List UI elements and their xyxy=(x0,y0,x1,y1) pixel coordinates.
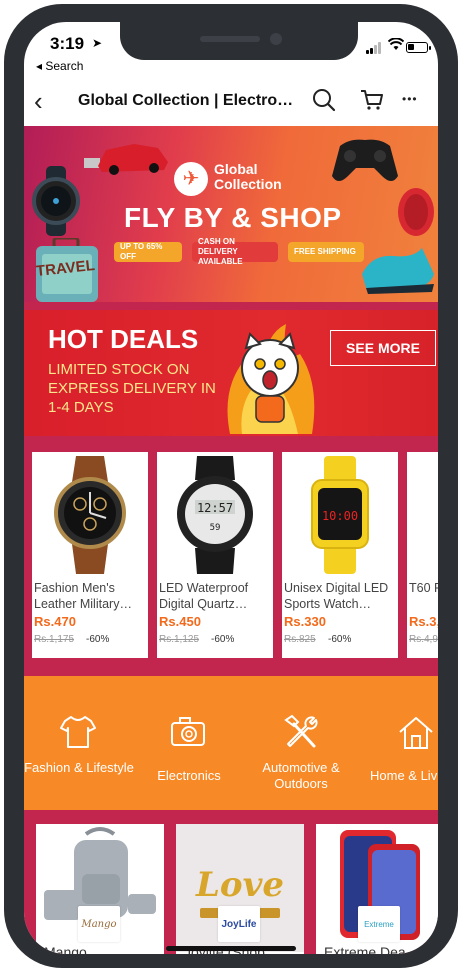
see-more-button[interactable]: SEE MORE xyxy=(330,330,436,366)
product-card[interactable]: 12:57 59 LED Waterproof Digital Quartz… … xyxy=(157,452,273,658)
status-time: 3:19 xyxy=(50,34,85,53)
product-card[interactable]: 10:00 Unisex Digital LED Sports Watch… R… xyxy=(282,452,398,658)
hero-banner[interactable]: ✈ Global Collection FLY BY & SHOP UP TO … xyxy=(24,126,438,302)
battery-icon xyxy=(406,42,431,53)
product-card[interactable]: T60 Pro Digital W… Rs.3,59 Rs.4,934 xyxy=(407,452,438,658)
category-item[interactable]: Fashion & Lifestyle xyxy=(24,676,134,810)
hero-brand-line2: Collection xyxy=(214,176,282,192)
location-arrow-icon: ➤ xyxy=(92,36,103,50)
battery-level xyxy=(408,44,414,50)
brand-card[interactable]: Love JoyLife Joylife (Shop xyxy=(176,824,304,954)
svg-text:59: 59 xyxy=(210,523,221,533)
car-usb-image xyxy=(84,144,168,175)
home-icon xyxy=(399,717,433,749)
hero-badge-shipping: FREE SHIPPING xyxy=(288,242,364,262)
hot-deals-title: HOT DEALS xyxy=(48,324,199,354)
product-old-price: Rs.825 xyxy=(284,634,316,645)
smartwatch-image xyxy=(32,166,80,236)
content-area: ✈ Global Collection FLY BY & SHOP UP TO … xyxy=(24,126,438,954)
product-discount: -60% xyxy=(328,634,352,645)
product-discount: -60% xyxy=(86,634,110,645)
svg-text:Love: Love xyxy=(195,865,284,905)
brand-logo: JoyLife xyxy=(218,906,260,942)
category-label: Fashion & Lifestyle xyxy=(24,760,134,775)
product-old-price: Rs.1,125 xyxy=(159,634,200,645)
brand-carousel: Mango Mango Love JoyLife Joylife (Shop xyxy=(24,824,438,954)
category-label: Automotive & Outdoors xyxy=(262,760,340,791)
back-to-search-link[interactable]: ◂ Search xyxy=(36,59,83,73)
category-label: Home & Liv xyxy=(370,768,438,783)
notch xyxy=(120,22,358,60)
football-boot-image xyxy=(362,248,434,294)
hero-headline: FLY BY & SHOP xyxy=(124,202,342,233)
page-title: Global Collection | Electro… xyxy=(78,92,294,109)
product-price: Rs.330 xyxy=(284,614,326,629)
signal-icon xyxy=(366,42,384,54)
smart-watch-image xyxy=(407,452,438,576)
wifi-icon xyxy=(387,37,405,55)
brand-logo: Extreme xyxy=(358,906,400,942)
brand-card[interactable]: Mango Mango xyxy=(36,824,164,954)
product-price: Rs.3,59 xyxy=(409,614,438,629)
category-label: Electronics xyxy=(157,768,221,783)
brand-logo: Mango xyxy=(78,906,120,942)
cart-icon[interactable] xyxy=(358,86,386,114)
screen: 3:19 ➤ ◂ Search ‹ Global Collection | El… xyxy=(24,22,438,954)
more-icon[interactable]: ••• xyxy=(402,92,430,120)
svg-text:12:57: 12:57 xyxy=(197,501,233,515)
product-price: Rs.470 xyxy=(34,614,76,629)
home-indicator[interactable] xyxy=(166,946,296,951)
digital-watch-image: 12:57 59 xyxy=(177,456,253,574)
hot-deals-subtitle: LIMITED STOCK ON EXPRESS DELIVERY IN 1-4… xyxy=(48,361,216,416)
brand-name: Extreme Dea xyxy=(324,944,406,954)
yellow-led-watch-image: 10:00 xyxy=(311,456,369,574)
mouse-image xyxy=(398,188,434,236)
gamepad-image xyxy=(332,139,398,181)
category-item[interactable]: Electronics xyxy=(134,676,244,810)
hero-badge-cod: CASH ON DELIVERY AVAILABLE xyxy=(192,237,278,266)
tshirt-icon xyxy=(60,716,96,748)
phone-frame: 3:19 ➤ ◂ Search ‹ Global Collection | El… xyxy=(4,4,458,968)
category-item[interactable]: Home & Liv xyxy=(356,676,438,810)
camera-icon xyxy=(171,717,205,746)
product-price: Rs.450 xyxy=(159,614,201,629)
back-button[interactable]: ‹ xyxy=(34,86,43,117)
hero-brand: Global Collection xyxy=(214,162,282,192)
product-name: Unisex Digital LED Sports Watch… xyxy=(284,581,389,611)
product-card[interactable]: Fashion Men's Leather Military… Rs.470 R… xyxy=(32,452,148,658)
category-strip: Fashion & Lifestyle Electronics Automoti… xyxy=(24,676,438,810)
category-item[interactable]: Automotive & Outdoors xyxy=(246,676,356,810)
header-bar: ‹ Global Collection | Electro… ••• xyxy=(24,78,438,126)
leather-watch-image xyxy=(54,456,126,574)
product-discount: -60% xyxy=(211,634,235,645)
product-carousel: Fashion Men's Leather Military… Rs.470 R… xyxy=(24,452,438,662)
product-old-price: Rs.1,175 xyxy=(34,634,75,645)
brand-name: Mango xyxy=(44,944,87,954)
speaker xyxy=(200,36,260,42)
product-name: LED Waterproof Digital Quartz… xyxy=(159,581,249,611)
tools-icon xyxy=(284,714,318,748)
brand-card[interactable]: Extreme Extreme Dea xyxy=(316,824,438,954)
svg-text:10:00: 10:00 xyxy=(322,509,358,523)
product-name: T60 Pro Digital W… xyxy=(409,581,438,595)
front-camera xyxy=(270,33,282,45)
product-old-price: Rs.4,934 xyxy=(409,634,438,645)
mascot-image xyxy=(227,324,315,434)
plane-icon: ✈ xyxy=(174,162,208,196)
hero-badge-discount: UP TO 65% OFF xyxy=(114,242,182,262)
hot-deals-banner: HOT DEALS LIMITED STOCK ON EXPRESS DELIV… xyxy=(24,310,438,436)
search-icon[interactable] xyxy=(310,86,338,114)
hero-brand-line1: Global xyxy=(214,161,258,177)
product-name: Fashion Men's Leather Military… xyxy=(34,581,132,611)
